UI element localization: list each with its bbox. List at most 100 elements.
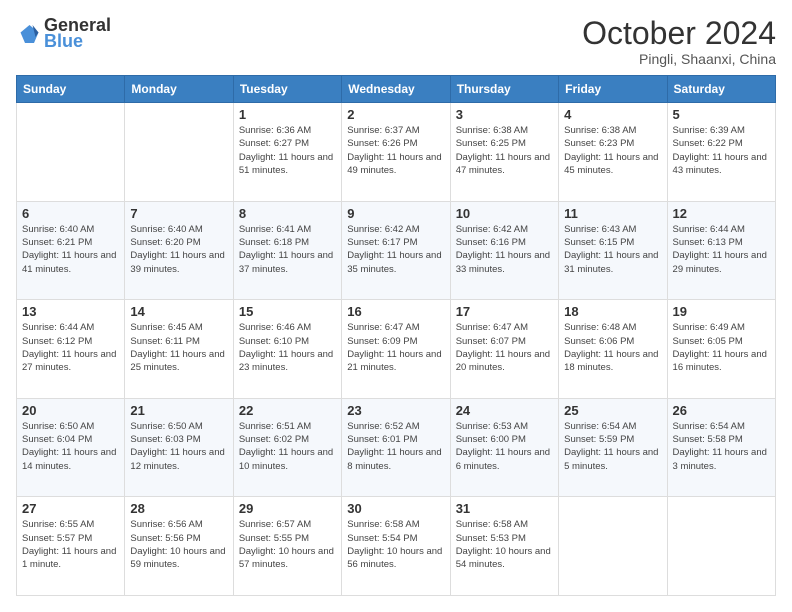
calendar-cell: 26 Sunrise: 6:54 AM Sunset: 5:58 PM Dayli… [667, 398, 775, 497]
day-number: 13 [22, 304, 119, 319]
week-row-5: 27Sunrise: 6:55 AM Sunset: 5:57 PM Dayli… [17, 497, 776, 596]
day-number: 29 [239, 501, 336, 516]
calendar-cell: 22Sunrise: 6:51 AM Sunset: 6:02 PM Dayli… [233, 398, 341, 497]
calendar-cell: 7 Sunrise: 6:40 AM Sunset: 6:20 PM Daylig… [125, 201, 233, 300]
header: General Blue October 2024 Pingli, Shaanx… [16, 16, 776, 67]
day-number: 10 [456, 206, 553, 221]
calendar-cell: 8 Sunrise: 6:41 AM Sunset: 6:18 PM Daylig… [233, 201, 341, 300]
calendar-table: Sunday Monday Tuesday Wednesday Thursday… [16, 75, 776, 596]
week-row-4: 20 Sunrise: 6:50 AM Sunset: 6:04 PM Dayli… [17, 398, 776, 497]
day-info: Sunrise: 6:50 AM Sunset: 6:04 PM Dayligh… [22, 420, 119, 473]
calendar-cell [559, 497, 667, 596]
calendar-cell: 15Sunrise: 6:46 AM Sunset: 6:10 PM Dayli… [233, 300, 341, 399]
day-info: Sunrise: 6:47 AM Sunset: 6:07 PM Dayligh… [456, 321, 553, 374]
day-number: 3 [456, 107, 553, 122]
calendar-cell: 27Sunrise: 6:55 AM Sunset: 5:57 PM Dayli… [17, 497, 125, 596]
day-number: 6 [22, 206, 119, 221]
day-number: 17 [456, 304, 553, 319]
logo-text: General Blue [44, 16, 111, 52]
calendar-cell: 20 Sunrise: 6:50 AM Sunset: 6:04 PM Dayli… [17, 398, 125, 497]
calendar-cell: 30 Sunrise: 6:58 AM Sunset: 5:54 PM Dayli… [342, 497, 450, 596]
day-info: Sunrise: 6:58 AM Sunset: 5:54 PM Dayligh… [347, 518, 444, 571]
calendar-cell: 4 Sunrise: 6:38 AM Sunset: 6:23 PM Daylig… [559, 103, 667, 202]
day-number: 30 [347, 501, 444, 516]
day-number: 25 [564, 403, 661, 418]
calendar-cell: 17 Sunrise: 6:47 AM Sunset: 6:07 PM Dayli… [450, 300, 558, 399]
logo-icon [16, 22, 40, 46]
day-info: Sunrise: 6:41 AM Sunset: 6:18 PM Dayligh… [239, 223, 336, 276]
calendar-cell: 13Sunrise: 6:44 AM Sunset: 6:12 PM Dayli… [17, 300, 125, 399]
calendar-cell [667, 497, 775, 596]
day-number: 24 [456, 403, 553, 418]
week-row-3: 13Sunrise: 6:44 AM Sunset: 6:12 PM Dayli… [17, 300, 776, 399]
calendar-cell: 19 Sunrise: 6:49 AM Sunset: 6:05 PM Dayli… [667, 300, 775, 399]
header-friday: Friday [559, 76, 667, 103]
calendar-cell: 23 Sunrise: 6:52 AM Sunset: 6:01 PM Dayli… [342, 398, 450, 497]
day-info: Sunrise: 6:56 AM Sunset: 5:56 PM Dayligh… [130, 518, 227, 571]
day-info: Sunrise: 6:44 AM Sunset: 6:13 PM Dayligh… [673, 223, 770, 276]
day-number: 5 [673, 107, 770, 122]
calendar-cell: 9 Sunrise: 6:42 AM Sunset: 6:17 PM Daylig… [342, 201, 450, 300]
week-row-1: 1 Sunrise: 6:36 AM Sunset: 6:27 PM Daylig… [17, 103, 776, 202]
calendar-cell: 6 Sunrise: 6:40 AM Sunset: 6:21 PM Daylig… [17, 201, 125, 300]
calendar-cell: 10 Sunrise: 6:42 AM Sunset: 6:16 PM Dayli… [450, 201, 558, 300]
header-wednesday: Wednesday [342, 76, 450, 103]
day-number: 4 [564, 107, 661, 122]
day-info: Sunrise: 6:42 AM Sunset: 6:17 PM Dayligh… [347, 223, 444, 276]
header-tuesday: Tuesday [233, 76, 341, 103]
day-info: Sunrise: 6:36 AM Sunset: 6:27 PM Dayligh… [239, 124, 336, 177]
day-info: Sunrise: 6:54 AM Sunset: 5:58 PM Dayligh… [673, 420, 770, 473]
header-thursday: Thursday [450, 76, 558, 103]
day-info: Sunrise: 6:58 AM Sunset: 5:53 PM Dayligh… [456, 518, 553, 571]
calendar-header-row: Sunday Monday Tuesday Wednesday Thursday… [17, 76, 776, 103]
calendar-cell: 3Sunrise: 6:38 AM Sunset: 6:25 PM Daylig… [450, 103, 558, 202]
day-number: 1 [239, 107, 336, 122]
day-info: Sunrise: 6:50 AM Sunset: 6:03 PM Dayligh… [130, 420, 227, 473]
logo: General Blue [16, 16, 111, 52]
day-info: Sunrise: 6:37 AM Sunset: 6:26 PM Dayligh… [347, 124, 444, 177]
day-info: Sunrise: 6:57 AM Sunset: 5:55 PM Dayligh… [239, 518, 336, 571]
calendar-cell: 11Sunrise: 6:43 AM Sunset: 6:15 PM Dayli… [559, 201, 667, 300]
day-info: Sunrise: 6:38 AM Sunset: 6:23 PM Dayligh… [564, 124, 661, 177]
day-number: 21 [130, 403, 227, 418]
calendar-cell: 18Sunrise: 6:48 AM Sunset: 6:06 PM Dayli… [559, 300, 667, 399]
day-info: Sunrise: 6:49 AM Sunset: 6:05 PM Dayligh… [673, 321, 770, 374]
day-number: 19 [673, 304, 770, 319]
calendar-cell: 1 Sunrise: 6:36 AM Sunset: 6:27 PM Daylig… [233, 103, 341, 202]
day-number: 16 [347, 304, 444, 319]
day-info: Sunrise: 6:40 AM Sunset: 6:20 PM Dayligh… [130, 223, 227, 276]
day-number: 9 [347, 206, 444, 221]
week-row-2: 6 Sunrise: 6:40 AM Sunset: 6:21 PM Daylig… [17, 201, 776, 300]
day-info: Sunrise: 6:40 AM Sunset: 6:21 PM Dayligh… [22, 223, 119, 276]
calendar-cell: 21 Sunrise: 6:50 AM Sunset: 6:03 PM Dayli… [125, 398, 233, 497]
day-number: 31 [456, 501, 553, 516]
day-number: 22 [239, 403, 336, 418]
title-block: October 2024 Pingli, Shaanxi, China [582, 16, 776, 67]
day-number: 27 [22, 501, 119, 516]
day-info: Sunrise: 6:39 AM Sunset: 6:22 PM Dayligh… [673, 124, 770, 177]
calendar-cell: 12 Sunrise: 6:44 AM Sunset: 6:13 PM Dayli… [667, 201, 775, 300]
header-monday: Monday [125, 76, 233, 103]
day-info: Sunrise: 6:46 AM Sunset: 6:10 PM Dayligh… [239, 321, 336, 374]
day-info: Sunrise: 6:45 AM Sunset: 6:11 PM Dayligh… [130, 321, 227, 374]
day-info: Sunrise: 6:42 AM Sunset: 6:16 PM Dayligh… [456, 223, 553, 276]
day-number: 11 [564, 206, 661, 221]
day-number: 28 [130, 501, 227, 516]
day-number: 23 [347, 403, 444, 418]
calendar-cell [17, 103, 125, 202]
calendar-cell: 25 Sunrise: 6:54 AM Sunset: 5:59 PM Dayli… [559, 398, 667, 497]
calendar-cell: 16 Sunrise: 6:47 AM Sunset: 6:09 PM Dayli… [342, 300, 450, 399]
day-number: 20 [22, 403, 119, 418]
day-info: Sunrise: 6:53 AM Sunset: 6:00 PM Dayligh… [456, 420, 553, 473]
day-number: 7 [130, 206, 227, 221]
calendar-cell: 31 Sunrise: 6:58 AM Sunset: 5:53 PM Dayli… [450, 497, 558, 596]
calendar-cell [125, 103, 233, 202]
header-sunday: Sunday [17, 76, 125, 103]
calendar-cell: 14Sunrise: 6:45 AM Sunset: 6:11 PM Dayli… [125, 300, 233, 399]
day-info: Sunrise: 6:52 AM Sunset: 6:01 PM Dayligh… [347, 420, 444, 473]
day-number: 8 [239, 206, 336, 221]
day-info: Sunrise: 6:54 AM Sunset: 5:59 PM Dayligh… [564, 420, 661, 473]
day-number: 12 [673, 206, 770, 221]
day-info: Sunrise: 6:47 AM Sunset: 6:09 PM Dayligh… [347, 321, 444, 374]
day-number: 26 [673, 403, 770, 418]
